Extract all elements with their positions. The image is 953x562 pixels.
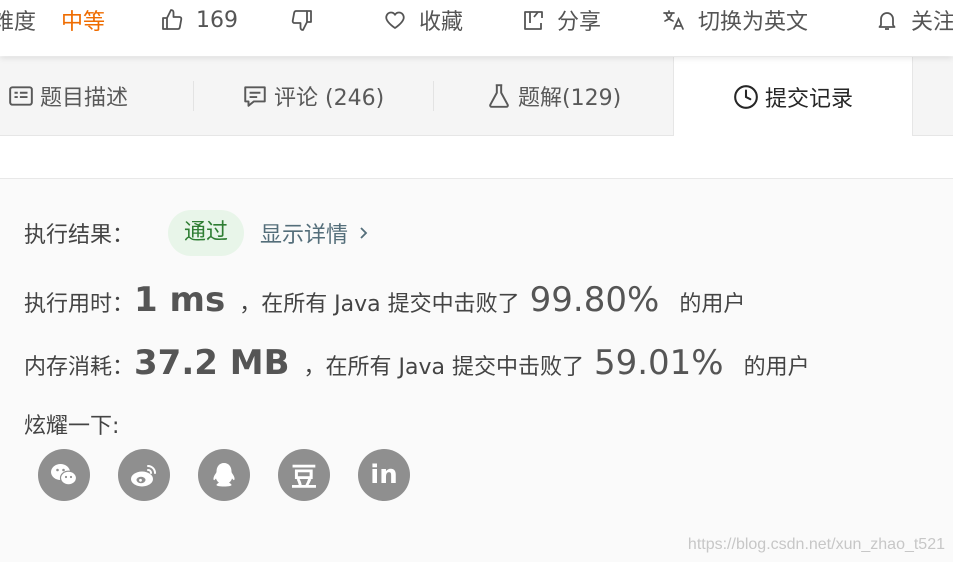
watermark: https://blog.csdn.net/xun_zhao_t521	[687, 536, 945, 553]
wechat-button[interactable]	[38, 449, 90, 501]
wechat-icon	[51, 464, 78, 486]
memory-row: 内存消耗： 37.2 MB ，在所有 Java 提交中击败了 59.01% 的用…	[24, 343, 810, 383]
share-row: 炫耀一下:	[24, 408, 119, 440]
status-badge: 通过	[168, 210, 245, 256]
douban-icon: 豆	[290, 462, 317, 493]
tab-description[interactable]: 题目描述	[8, 57, 128, 135]
runtime-text: ，在所有 Java 提交中击败了	[239, 292, 520, 317]
difficulty-value: 中等	[61, 10, 106, 35]
favorite-button[interactable]: 收藏	[383, 5, 463, 35]
bell-icon	[878, 12, 896, 30]
show-details-link[interactable]: 显示详情	[260, 217, 370, 249]
runtime-row: 执行用时： 1 ms ，在所有 Java 提交中击败了 99.80% 的用户	[24, 280, 745, 320]
memory-percentile: 59.01%	[593, 343, 724, 383]
problem-tabs: 题目描述 评论 (246) 题解(129) 提交记录	[0, 57, 953, 136]
thumbs-down-icon	[291, 10, 312, 31]
flask-icon	[489, 84, 509, 108]
memory-value: 37.2 MB	[134, 343, 290, 383]
submission-header-strip	[0, 136, 953, 179]
comment-icon	[244, 86, 266, 107]
like-count: 169	[196, 7, 238, 33]
dislike-button[interactable]	[290, 5, 326, 35]
runtime-value: 1 ms	[134, 280, 226, 320]
runtime-label: 执行用时：	[24, 292, 135, 317]
tab-label: 评论 (246)	[274, 86, 385, 111]
follow-button[interactable]: 关注	[875, 5, 953, 35]
tab-divider	[433, 81, 434, 111]
status-row: 执行结果： 通过 显示详情	[24, 210, 370, 256]
runtime-percentile: 99.80%	[529, 280, 660, 320]
share-heading: 炫耀一下:	[24, 414, 120, 439]
problem-toolbar: 难度 中等 169 收藏 分享 切换为英文 关注	[0, 0, 953, 56]
share-button[interactable]: 分享	[521, 5, 601, 35]
document-icon	[9, 86, 33, 106]
language-label: 切换为英文	[698, 10, 809, 35]
tab-divider	[193, 81, 194, 111]
tab-label: 题目描述	[40, 86, 129, 111]
like-button[interactable]: 169	[160, 5, 238, 35]
qq-button[interactable]	[198, 449, 250, 501]
memory-suffix: 的用户	[743, 355, 810, 380]
show-details-label: 显示详情	[260, 223, 349, 248]
chevron-right-icon	[360, 227, 368, 239]
weibo-icon	[131, 465, 156, 487]
tab-label: 提交记录	[764, 86, 853, 112]
linkedin-icon: in	[370, 460, 398, 490]
translate-icon	[663, 10, 684, 30]
tab-solutions[interactable]: 题解(129)	[486, 57, 621, 135]
tab-label: 题解(129)	[518, 86, 622, 111]
heart-icon	[385, 11, 405, 29]
social-share-buttons: 豆 in	[38, 449, 438, 501]
tab-comments[interactable]: 评论 (246)	[242, 57, 384, 135]
thumbs-up-icon	[162, 9, 183, 30]
favorite-label: 收藏	[419, 10, 464, 35]
language-toggle[interactable]: 切换为英文	[662, 5, 808, 35]
weibo-button[interactable]	[118, 449, 170, 501]
linkedin-button[interactable]: in	[358, 449, 410, 501]
runtime-suffix: 的用户	[679, 292, 746, 317]
status-label: 执行结果：	[24, 223, 135, 248]
tab-submissions[interactable]: 提交记录	[673, 57, 913, 136]
follow-label: 关注	[911, 10, 953, 35]
memory-text: ，在所有 Java 提交中击败了	[303, 355, 584, 380]
qq-icon	[213, 463, 235, 487]
difficulty-label: 难度	[0, 10, 37, 35]
clock-icon	[734, 84, 758, 109]
share-icon	[524, 11, 543, 30]
douban-button[interactable]: 豆	[278, 449, 330, 501]
share-label: 分享	[557, 10, 602, 35]
memory-label: 内存消耗：	[24, 355, 135, 380]
